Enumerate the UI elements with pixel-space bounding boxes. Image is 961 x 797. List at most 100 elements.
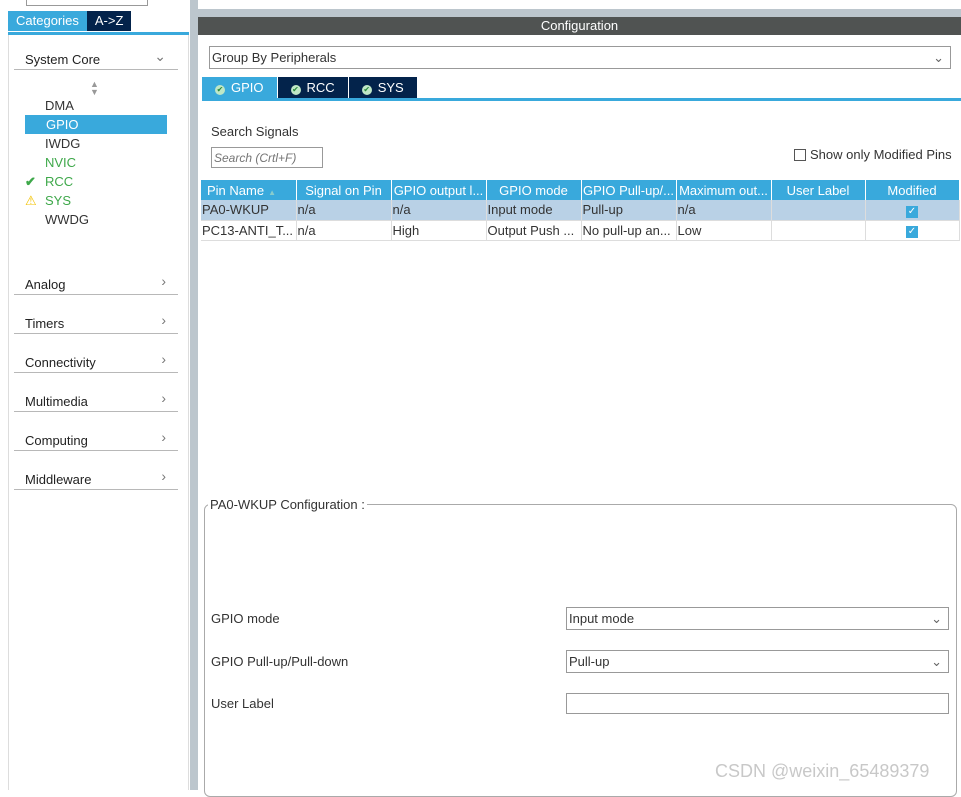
warning-icon: ⚠ [25,193,37,208]
pin-table: Pin Name ▲ Signal on Pin GPIO output l... GP… [201,180,960,241]
modified-checkbox-icon[interactable]: ✓ [906,226,918,238]
tab-label: SYS [377,80,404,95]
check-circle-icon: ✔ [290,85,301,95]
search-signals-label: Search Signals [211,124,299,139]
show-modified-checkbox[interactable]: Show only Modified Pins [794,147,952,162]
pin-configuration-group: PA0-WKUP Configuration : [204,497,957,797]
table-cell: PA0-WKUP [201,200,297,221]
table-cell: n/a [296,200,392,221]
table-cell: PC13-ANTI_T... [201,220,297,241]
gpio-mode-select[interactable]: Input mode ⌄ [566,607,949,630]
table-row[interactable]: PC13-ANTI_T... n/a High Output Push ... No p… [201,220,960,241]
table-cell: Input mode [486,200,582,221]
search-signals-input[interactable] [211,147,323,168]
column-header[interactable]: Modified [865,180,960,200]
category-label: Computing [25,433,88,448]
modified-checkbox-icon[interactable]: ✓ [906,205,918,218]
left-panel: Categories A->Z System Core ⌄ ▲ ▼ DMA GPI… [0,0,190,790]
sidebar-item-wwdg[interactable]: WWDG [25,210,167,229]
peripheral-tabs: ✔ GPIO ✔ RCC ✔ SYS [202,77,418,98]
category-label: Analog [25,277,66,292]
table-cell: Low [676,220,772,241]
column-header[interactable]: Signal on Pin [296,180,392,200]
check-circle-icon: ✔ [361,85,372,95]
item-label: GPIO [46,117,79,132]
gpio-mode-value: Input mode [569,611,635,626]
item-label: DMA [45,98,74,113]
column-header[interactable]: GPIO Pull-up/... [581,180,677,200]
category-search-input[interactable] [26,0,148,6]
category-timers[interactable]: Timers › [14,310,178,334]
category-middleware[interactable]: Middleware › [14,466,178,490]
item-label: WWDG [45,212,90,227]
category-analog[interactable]: Analog › [14,271,178,295]
tab-gpio[interactable]: ✔ GPIO [202,77,277,98]
chevron-down-icon: ⌄ [931,611,942,626]
table-cell: High [391,220,487,241]
sidebar-item-dma[interactable]: DMA [25,96,167,115]
configuration-panel: Configuration Group By Peripherals ⌄ ✔ GP… [198,0,961,797]
column-header[interactable]: GPIO mode [486,180,582,200]
category-computing[interactable]: Computing › [14,427,178,451]
pin-configuration-title: PA0-WKUP Configuration : [210,497,365,512]
category-system-core[interactable]: System Core ⌄ [14,46,178,70]
table-row[interactable]: PA0-WKUP n/a n/a Input mode Pull-up n/a ✓ [201,200,960,221]
chevron-right-icon: › [161,390,166,406]
gpio-pull-select[interactable]: Pull-up ⌄ [566,650,949,673]
column-header[interactable]: Pin Name ▲ [201,180,297,200]
category-tabs: Categories A->Z [8,11,132,31]
panel-splitter[interactable] [190,0,198,790]
check-circle-icon: ✔ [215,85,225,95]
category-label: Connectivity [25,355,96,370]
tab-sys[interactable]: ✔ SYS [348,77,417,98]
sidebar-item-sys[interactable]: ⚠ SYS [25,191,167,210]
table-cell: No pull-up an... [581,220,677,241]
user-label-input[interactable] [566,693,949,714]
category-connectivity[interactable]: Connectivity › [14,349,178,373]
tab-label: GPIO [231,80,264,95]
sidebar-item-iwdg[interactable]: IWDG [25,134,167,153]
watermark: CSDN @weixin_65489379 [715,761,930,781]
sort-icon: ▲ [268,187,276,197]
sidebar-item-rcc[interactable]: ✔ RCC [25,172,167,191]
table-cell [771,200,866,221]
column-header[interactable]: User Label [771,180,866,200]
group-by-value: Group By Peripherals [212,50,337,65]
category-label: System Core [25,52,101,67]
sidebar-item-nvic[interactable]: NVIC [25,153,167,172]
chevron-right-icon: › [161,312,166,328]
modified-cell: ✓ [865,220,960,241]
column-header[interactable]: Maximum out... [676,180,772,200]
chevron-down-icon: ⌄ [931,654,942,669]
chevron-down-icon: ⌄ [154,48,166,64]
tab-rcc[interactable]: ✔ RCC [277,77,348,98]
tab-label: RCC [306,80,335,95]
column-header[interactable]: GPIO output l... [391,180,487,200]
item-label: RCC [45,174,74,189]
item-label: SYS [45,193,72,208]
chevron-right-icon: › [161,273,166,289]
table-cell: n/a [391,200,487,221]
group-by-select[interactable]: Group By Peripherals ⌄ [209,46,951,69]
gpio-pull-label: GPIO Pull-up/Pull-down [211,654,349,669]
category-multimedia[interactable]: Multimedia › [14,388,178,412]
table-cell: n/a [676,200,772,221]
gpio-pull-value: Pull-up [569,654,610,669]
checkbox-icon[interactable] [794,148,806,161]
category-label: Multimedia [25,394,88,409]
modified-cell: ✓ [865,200,960,221]
item-label: IWDG [45,136,81,151]
user-label-label: User Label [211,696,274,711]
configuration-header: Configuration [198,17,961,35]
check-icon: ✔ [25,174,36,189]
sort-icon[interactable]: ▲ ▼ [90,80,99,97]
table-cell: Output Push ... [486,220,582,241]
gpio-mode-label: GPIO mode [211,611,280,626]
chevron-right-icon: › [161,429,166,445]
tab-categories[interactable]: Categories [8,11,87,31]
sidebar-item-gpio[interactable]: GPIO [25,115,167,134]
tab-a-z[interactable]: A->Z [86,11,132,31]
checkbox-label: Show only Modified Pins [810,147,952,162]
item-label: NVIC [45,155,77,170]
table-cell [771,220,866,241]
